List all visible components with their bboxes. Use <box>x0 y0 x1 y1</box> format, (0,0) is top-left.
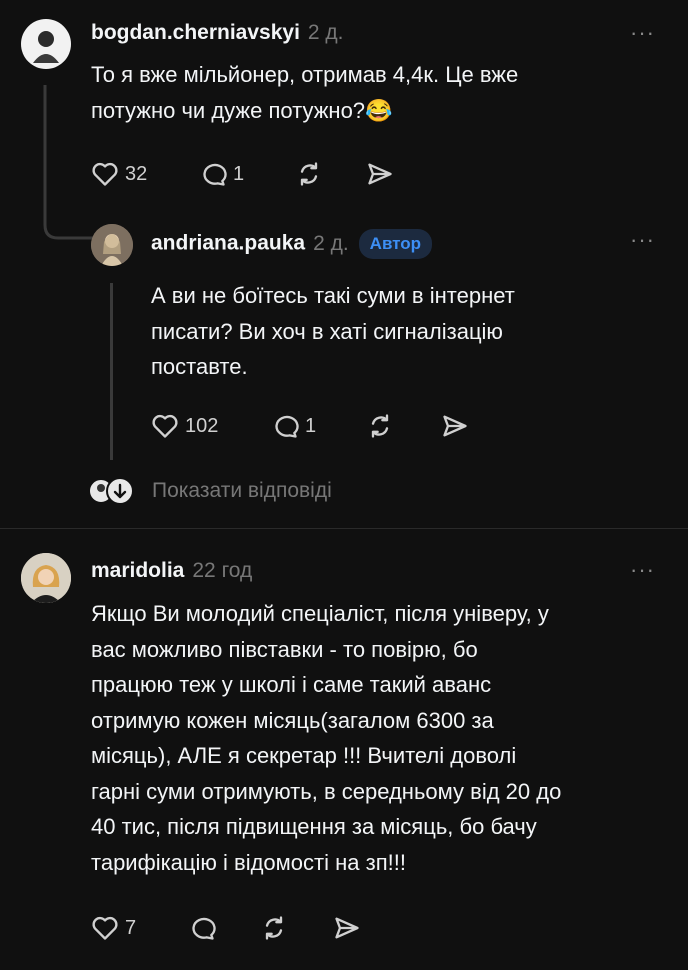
thread-line <box>110 283 113 460</box>
username[interactable]: bogdan.cherniavskyi <box>91 21 300 44</box>
comment-text-line: місяць), АЛЕ я секретар !!! Вчителі дово… <box>91 743 517 768</box>
more-icon[interactable]: ··· <box>630 227 655 253</box>
more-icon[interactable]: ··· <box>630 20 655 46</box>
send-icon <box>443 415 467 437</box>
like-count: 32 <box>125 162 148 185</box>
repost-icon <box>265 916 283 940</box>
timestamp: 2 д. <box>307 21 344 44</box>
share-button[interactable] <box>333 915 361 941</box>
avatar[interactable] <box>91 224 133 266</box>
share-button[interactable] <box>366 161 394 187</box>
comment-text-line: тарифікацію і відомості на зп!!! <box>91 849 406 875</box>
heart-icon <box>92 916 118 940</box>
avatar[interactable] <box>21 553 71 603</box>
username[interactable]: maridolia <box>91 559 184 582</box>
reply-button[interactable]: 1 <box>271 413 316 439</box>
reply-button[interactable]: 1 <box>199 161 244 187</box>
heart-icon <box>152 414 178 438</box>
like-count: 102 <box>185 414 219 437</box>
comment-icon <box>203 163 227 186</box>
repost-button[interactable] <box>295 161 323 187</box>
like-button[interactable]: 7 <box>91 915 136 941</box>
more-icon[interactable]: ··· <box>630 557 655 583</box>
avatar-image <box>33 31 59 63</box>
comment-text: А ви не боїтесь такі суми в інтернет пис… <box>151 278 515 385</box>
avatar-image <box>21 553 71 603</box>
comment-text: Якщо Ви молодий спеціаліст, після універ… <box>91 596 561 880</box>
comment-header: maridolia 22 год <box>91 559 252 583</box>
comment-text-line: гарні суми отримують, в середньому від 2… <box>91 778 562 804</box>
comment-text-line: Якщо Ви молодий спеціаліст, після універ… <box>91 601 549 626</box>
send-icon <box>335 917 359 939</box>
reply-avatars <box>88 476 138 506</box>
arrow-down-icon <box>106 477 134 505</box>
show-replies-link[interactable]: Показати відповіді <box>152 479 332 503</box>
reply-count: 1 <box>233 162 245 185</box>
comment-text-line: А ви не боїтесь такі суми в інтернет <box>151 283 515 308</box>
repost-button[interactable] <box>260 915 288 941</box>
comment-text-line: поставте. <box>151 354 248 379</box>
timestamp: 2 д. <box>313 231 349 255</box>
show-replies-row[interactable]: Показати відповіді <box>88 476 332 506</box>
repost-button[interactable] <box>366 413 394 439</box>
thread-connector <box>43 85 95 240</box>
comment-header: bogdan.cherniavskyi 2 д. <box>91 21 344 45</box>
repost-icon <box>300 162 318 186</box>
timestamp: 22 год <box>192 559 253 582</box>
divider <box>0 528 688 529</box>
comment-text-line: отримую кожен місяць(загалом 6300 за <box>91 707 494 733</box>
reply-count: 1 <box>305 414 317 437</box>
like-button[interactable]: 102 <box>151 413 218 439</box>
reply-button[interactable] <box>188 915 216 941</box>
share-button[interactable] <box>441 413 469 439</box>
send-icon <box>368 163 392 185</box>
comment-text-line: То я вже мільйонер, отримав 4,4к. Це вже <box>91 62 519 87</box>
comment-icon <box>275 415 299 438</box>
comment-text-line: працюю теж у школі і саме такий аванс <box>91 672 492 697</box>
comment-text-line: потужно чи дуже потужно?😂 <box>91 97 393 123</box>
like-count: 7 <box>125 916 137 939</box>
username[interactable]: andriana.pauka <box>151 232 305 255</box>
comment-header: andriana.pauka 2 д. Автор <box>151 229 433 259</box>
comment-icon <box>192 917 216 940</box>
repost-icon <box>371 414 389 438</box>
author-badge: Автор <box>358 229 433 259</box>
comment-text-line: вас можливо півставки - то повірю, бо <box>91 636 478 662</box>
comment-text-line: 40 тис, після підвищення за місяць, бо б… <box>91 814 537 839</box>
comment-text-line: писати? Ви хоч в хаті сигналізацію <box>151 318 503 344</box>
comment-text: То я вже мільйонер, отримав 4,4к. Це вже… <box>91 57 518 128</box>
avatar[interactable] <box>21 19 71 69</box>
avatar-image <box>91 224 133 266</box>
